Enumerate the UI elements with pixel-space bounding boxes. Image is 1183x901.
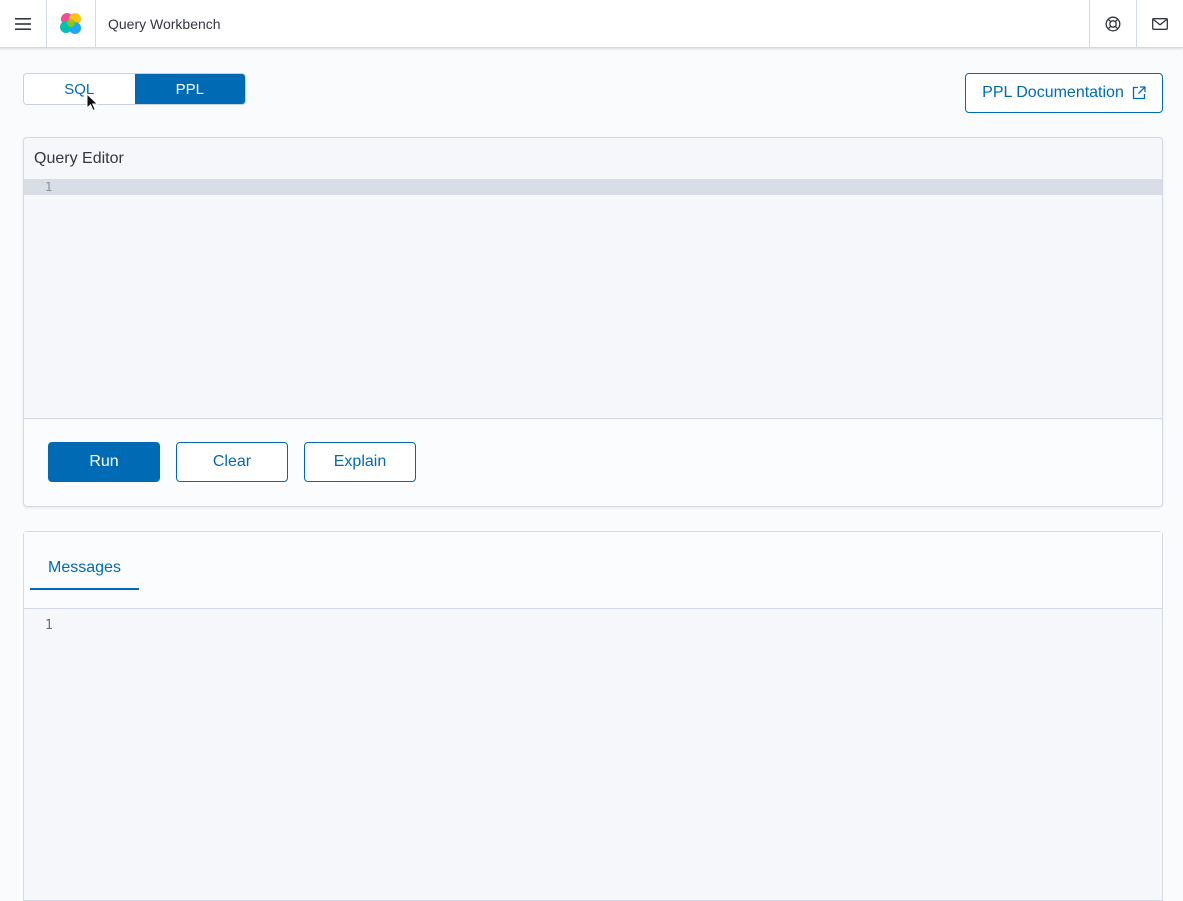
language-toggle: SQL PPL (23, 73, 246, 105)
hamburger-menu-icon (15, 17, 31, 30)
top-header: Query Workbench (0, 0, 1183, 48)
output-line-number: 1 (45, 618, 53, 633)
opensearch-logo-icon (60, 12, 81, 34)
active-line-highlight (24, 179, 1162, 195)
query-editor-input[interactable]: 1 (24, 179, 1162, 419)
page-title: Query Workbench (108, 15, 221, 32)
query-editor-title: Query Editor (34, 150, 124, 167)
explain-button[interactable]: Explain (304, 442, 416, 482)
query-editor-panel: Query Editor 1 Run Clear Explain (23, 137, 1163, 507)
ppl-toggle-button[interactable]: PPL (134, 74, 245, 104)
menu-button[interactable] (0, 0, 47, 47)
documentation-label: PPL Documentation (982, 84, 1124, 101)
run-button[interactable]: Run (48, 442, 160, 482)
mail-button[interactable] (1136, 0, 1183, 47)
tab-messages[interactable]: Messages (30, 548, 139, 590)
line-number: 1 (45, 180, 53, 194)
ppl-documentation-button[interactable]: PPL Documentation (965, 73, 1163, 113)
sql-toggle-button[interactable]: SQL (24, 74, 135, 104)
external-link-icon (1132, 86, 1146, 100)
help-button[interactable] (1089, 0, 1136, 47)
output-tabs-bar: Messages (24, 532, 1162, 609)
help-lifebuoy-icon (1105, 16, 1121, 31)
mouse-cursor-icon (86, 93, 99, 112)
mail-icon (1152, 17, 1168, 30)
app-logo[interactable] (47, 0, 96, 47)
output-panel: Messages 1 (23, 531, 1163, 901)
clear-button[interactable]: Clear (176, 442, 288, 482)
